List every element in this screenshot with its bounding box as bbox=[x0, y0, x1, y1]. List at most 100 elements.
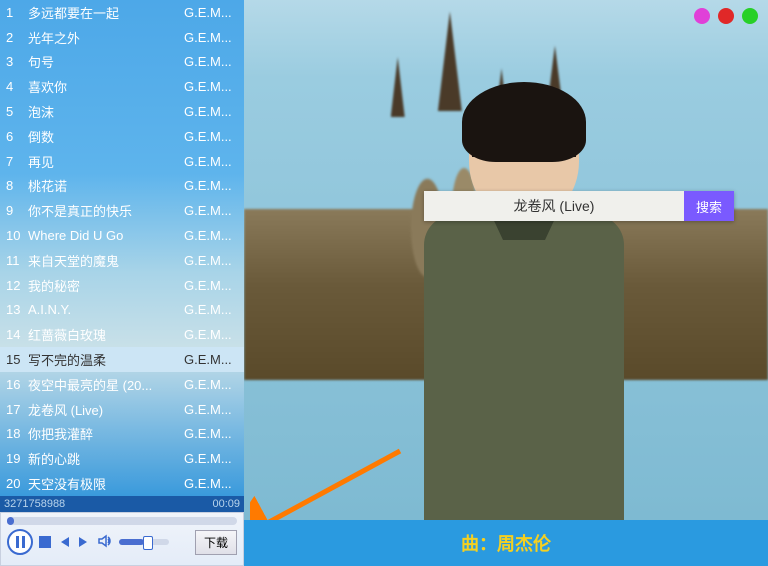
player-bar: 下载 bbox=[0, 512, 244, 566]
track-title: 来自天堂的魔鬼 bbox=[28, 251, 184, 270]
main-view bbox=[244, 0, 768, 520]
track-artist: G.E.M... bbox=[184, 426, 238, 441]
track-number: 4 bbox=[6, 79, 28, 94]
playlist-row[interactable]: 18你把我灌醉G.E.M... bbox=[0, 422, 244, 447]
track-number: 6 bbox=[6, 129, 28, 144]
window-control-green[interactable] bbox=[742, 8, 758, 24]
now-playing-label: 曲：周杰伦 bbox=[461, 530, 551, 556]
play-pause-button[interactable] bbox=[7, 529, 33, 555]
playlist-row[interactable]: 9你不是真正的快乐G.E.M... bbox=[0, 198, 244, 223]
track-artist: G.E.M... bbox=[184, 104, 238, 119]
playlist-row[interactable]: 7再见G.E.M... bbox=[0, 149, 244, 174]
playlist-row[interactable]: 6倒数G.E.M... bbox=[0, 124, 244, 149]
track-number: 15 bbox=[6, 352, 28, 367]
track-artist: G.E.M... bbox=[184, 476, 238, 491]
search-input[interactable] bbox=[424, 191, 684, 221]
playlist-row[interactable]: 17龙卷风 (Live)G.E.M... bbox=[0, 397, 244, 422]
track-artist: G.E.M... bbox=[184, 228, 238, 243]
track-title: 倒数 bbox=[28, 127, 184, 146]
status-time: 00:09 bbox=[212, 498, 240, 510]
track-title: 新的心跳 bbox=[28, 449, 184, 468]
track-number: 5 bbox=[6, 104, 28, 119]
stop-button[interactable] bbox=[39, 536, 51, 548]
track-number: 12 bbox=[6, 278, 28, 293]
playlist-panel: 1多远都要在一起G.E.M...2光年之外G.E.M...3句号G.E.M...… bbox=[0, 0, 244, 496]
track-title: Where Did U Go bbox=[28, 228, 184, 243]
track-number: 18 bbox=[6, 426, 28, 441]
track-title: 你不是真正的快乐 bbox=[28, 201, 184, 220]
playlist-row[interactable]: 4喜欢你G.E.M... bbox=[0, 74, 244, 99]
track-title: 夜空中最亮的星 (20... bbox=[28, 375, 184, 394]
track-number: 1 bbox=[6, 5, 28, 20]
track-title: 桃花诺 bbox=[28, 176, 184, 195]
playlist-row[interactable]: 11来自天堂的魔鬼G.E.M... bbox=[0, 248, 244, 273]
progress-fill bbox=[7, 517, 14, 525]
track-title: 光年之外 bbox=[28, 28, 184, 47]
track-artist: G.E.M... bbox=[184, 352, 238, 367]
track-number: 20 bbox=[6, 476, 28, 491]
progress-track[interactable] bbox=[7, 517, 237, 525]
track-title: 你把我灌醉 bbox=[28, 424, 184, 443]
search-box: 搜索 bbox=[424, 191, 734, 221]
playlist-row[interactable]: 15写不完的温柔G.E.M... bbox=[0, 347, 244, 372]
playlist-row[interactable]: 10Where Did U GoG.E.M... bbox=[0, 223, 244, 248]
track-title: 再见 bbox=[28, 152, 184, 171]
next-track-button[interactable] bbox=[77, 535, 91, 549]
playlist-row[interactable]: 20天空没有极限G.E.M... bbox=[0, 471, 244, 496]
track-artist: G.E.M... bbox=[184, 402, 238, 417]
track-title: 红蔷薇白玫瑰 bbox=[28, 325, 184, 344]
track-number: 8 bbox=[6, 178, 28, 193]
status-bar: 3271758988 00:09 bbox=[0, 496, 244, 512]
track-number: 19 bbox=[6, 451, 28, 466]
search-button[interactable]: 搜索 bbox=[684, 191, 734, 221]
track-artist: G.E.M... bbox=[184, 327, 238, 342]
track-number: 10 bbox=[6, 228, 28, 243]
track-artist: G.E.M... bbox=[184, 203, 238, 218]
track-title: 我的秘密 bbox=[28, 276, 184, 295]
download-button[interactable]: 下载 bbox=[195, 530, 237, 555]
track-title: A.I.N.Y. bbox=[28, 302, 184, 317]
volume-icon[interactable] bbox=[97, 533, 113, 552]
track-artist: G.E.M... bbox=[184, 377, 238, 392]
playlist-row[interactable]: 14红蔷薇白玫瑰G.E.M... bbox=[0, 322, 244, 347]
track-number: 9 bbox=[6, 203, 28, 218]
playlist-row[interactable]: 2光年之外G.E.M... bbox=[0, 25, 244, 50]
window-control-red[interactable] bbox=[718, 8, 734, 24]
volume-slider[interactable] bbox=[119, 539, 169, 545]
playlist-row[interactable]: 19新的心跳G.E.M... bbox=[0, 446, 244, 471]
pause-icon bbox=[16, 536, 25, 548]
track-number: 14 bbox=[6, 327, 28, 342]
track-number: 11 bbox=[6, 253, 28, 268]
track-title: 天空没有极限 bbox=[28, 474, 184, 493]
track-artist: G.E.M... bbox=[184, 5, 238, 20]
track-title: 句号 bbox=[28, 52, 184, 71]
track-artist: G.E.M... bbox=[184, 302, 238, 317]
track-title: 写不完的温柔 bbox=[28, 350, 184, 369]
track-artist: G.E.M... bbox=[184, 129, 238, 144]
window-control-purple[interactable] bbox=[694, 8, 710, 24]
playlist-row[interactable]: 16夜空中最亮的星 (20...G.E.M... bbox=[0, 372, 244, 397]
track-artist: G.E.M... bbox=[184, 154, 238, 169]
track-title: 泡沫 bbox=[28, 102, 184, 121]
playlist-row[interactable]: 3句号G.E.M... bbox=[0, 50, 244, 75]
playlist-row[interactable]: 12我的秘密G.E.M... bbox=[0, 273, 244, 298]
playlist-row[interactable]: 8桃花诺G.E.M... bbox=[0, 174, 244, 199]
track-title: 龙卷风 (Live) bbox=[28, 400, 184, 419]
track-artist: G.E.M... bbox=[184, 79, 238, 94]
track-artist: G.E.M... bbox=[184, 30, 238, 45]
playlist-row[interactable]: 13A.I.N.Y.G.E.M... bbox=[0, 298, 244, 323]
track-artist: G.E.M... bbox=[184, 451, 238, 466]
album-art-person bbox=[414, 90, 634, 520]
track-number: 16 bbox=[6, 377, 28, 392]
player-controls: 下载 bbox=[1, 527, 243, 557]
previous-track-button[interactable] bbox=[57, 535, 71, 549]
now-playing-strip: 曲：周杰伦 bbox=[244, 520, 768, 566]
track-title: 多远都要在一起 bbox=[28, 3, 184, 22]
playlist-row[interactable]: 5泡沫G.E.M... bbox=[0, 99, 244, 124]
track-title: 喜欢你 bbox=[28, 77, 184, 96]
playlist-row[interactable]: 1多远都要在一起G.E.M... bbox=[0, 0, 244, 25]
track-number: 17 bbox=[6, 402, 28, 417]
track-artist: G.E.M... bbox=[184, 54, 238, 69]
track-number: 2 bbox=[6, 30, 28, 45]
track-artist: G.E.M... bbox=[184, 253, 238, 268]
